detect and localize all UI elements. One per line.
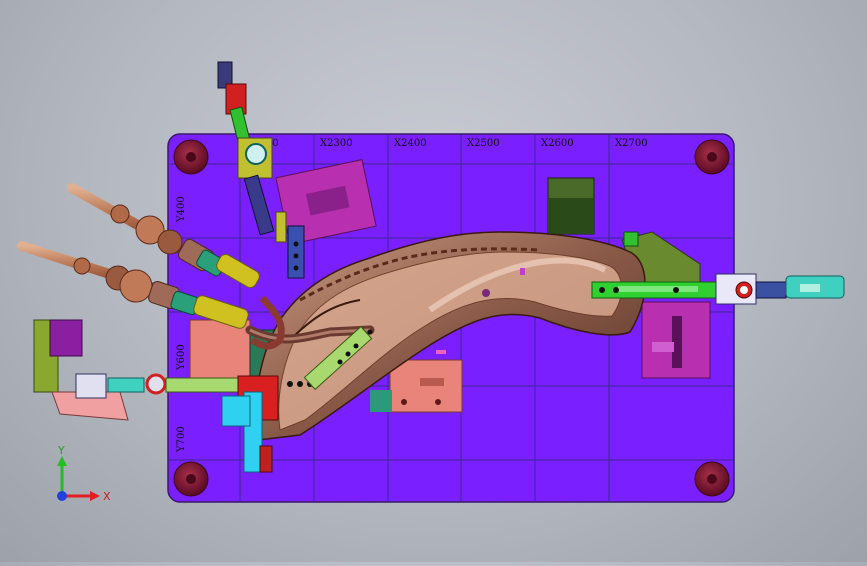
grid-x-label: X2600 — [541, 138, 574, 149]
grid-x-label: X2300 — [320, 138, 353, 149]
cad-3d-viewport[interactable]: X2200 X2300 X2400 X2500 X2600 X2700 Y400… — [0, 0, 867, 562]
triad-y-label: Y — [57, 444, 65, 457]
grid-x-label: X2400 — [394, 138, 427, 149]
grid-y-label: Y400 — [176, 196, 187, 223]
model-canvas[interactable]: X2200 X2300 X2400 X2500 X2600 X2700 Y400… — [0, 0, 867, 562]
triad-x-label: X — [103, 490, 111, 503]
grid-x-label: X2700 — [615, 138, 648, 149]
grid-y-label: Y600 — [176, 344, 187, 371]
grid-x-label: X2500 — [467, 138, 500, 149]
grid-y-label: Y700 — [176, 426, 187, 453]
coordinate-triad: Y X — [57, 444, 111, 503]
